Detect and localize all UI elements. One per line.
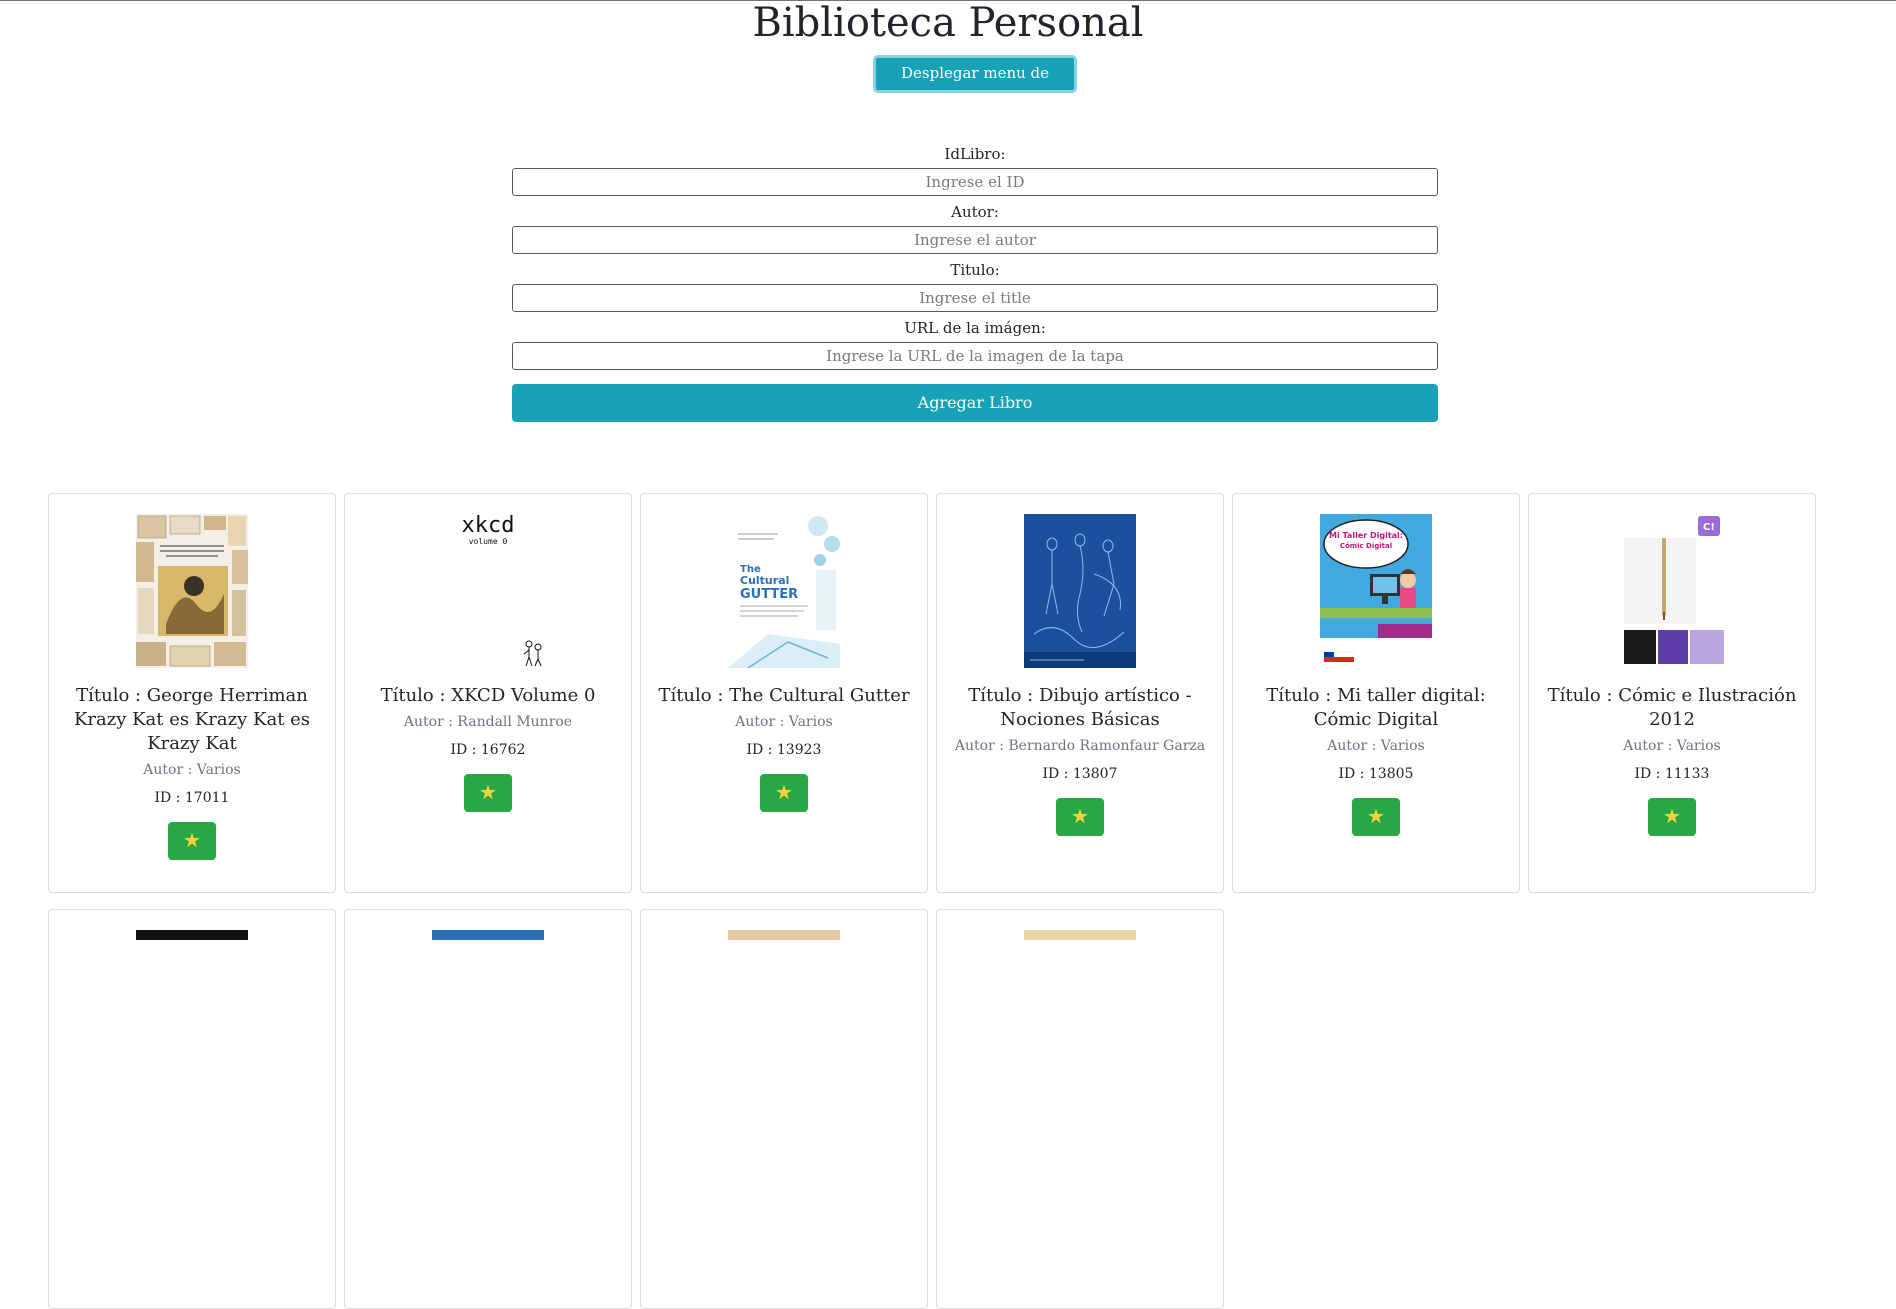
image-url-input[interactable] xyxy=(512,342,1438,370)
favorite-button[interactable]: ★ xyxy=(1056,798,1104,836)
book-card-body: Título : XKCD Volume 0 Autor : Randall M… xyxy=(355,684,621,812)
book-id: ID : 11133 xyxy=(1634,766,1710,782)
star-icon: ★ xyxy=(775,782,793,804)
book-cover-image xyxy=(1024,514,1136,668)
book-title: Título : Dibujo artístico - Nociones Bás… xyxy=(968,685,1192,730)
id-input[interactable] xyxy=(512,168,1438,196)
svg-text:Cómic Digital: Cómic Digital xyxy=(1340,542,1392,550)
svg-text:C!: C! xyxy=(1703,522,1715,533)
star-icon: ★ xyxy=(1071,806,1089,828)
book-cover-image: C! xyxy=(1616,514,1728,668)
book-author: Autor : Bernardo Ramonfaur Garza xyxy=(954,738,1206,754)
star-icon: ★ xyxy=(479,782,497,804)
book-card: C! Título : Cómic e Ilustración 2012 Aut… xyxy=(1528,493,1816,893)
book-cover-image xyxy=(136,514,248,668)
book-author: Autor : Varios xyxy=(1623,738,1721,754)
star-icon: ★ xyxy=(1663,806,1681,828)
add-book-form: IdLibro: Autor: Titulo: URL de la imágen… xyxy=(512,140,1438,422)
book-title: Título : XKCD Volume 0 xyxy=(380,685,596,706)
author-input[interactable] xyxy=(512,226,1438,254)
page-title: Biblioteca Personal xyxy=(752,0,1144,46)
cover-subtitle-text: volume 0 xyxy=(469,537,508,546)
book-author: Autor : Varios xyxy=(143,762,241,778)
book-title: Título : George Herriman Krazy Kat es Kr… xyxy=(73,685,311,754)
cover-title-text: xkcd xyxy=(462,514,515,538)
title-label: Titulo: xyxy=(950,261,1000,279)
add-book-button[interactable]: Agregar Libro xyxy=(512,384,1438,422)
book-id: ID : 16762 xyxy=(450,742,526,758)
book-card: Mi Taller Digital: Cómic Digital Título … xyxy=(1232,493,1520,893)
book-card: Título : George Herriman Krazy Kat es Kr… xyxy=(48,493,336,893)
book-card: The Cultural GUTTER Título : The Cultura… xyxy=(640,493,928,893)
svg-text:Cultural: Cultural xyxy=(740,574,789,587)
book-title: Título : Cómic e Ilustración 2012 xyxy=(1547,685,1797,730)
favorite-button[interactable]: ★ xyxy=(1648,798,1696,836)
image-url-label: URL de la imágen: xyxy=(904,319,1046,337)
book-card xyxy=(48,909,336,1309)
book-card: Título : Dibujo artístico - Nociones Bás… xyxy=(936,493,1224,893)
id-label: IdLibro: xyxy=(944,145,1006,163)
book-cover-image: Mi Taller Digital: Cómic Digital xyxy=(1320,514,1432,668)
svg-text:GUTTER: GUTTER xyxy=(740,587,798,602)
book-cover-image: The Cultural GUTTER xyxy=(728,514,840,668)
book-card-body: Título : Dibujo artístico - Nociones Bás… xyxy=(947,684,1213,836)
favorite-button[interactable]: ★ xyxy=(168,822,216,860)
book-title: Título : The Cultural Gutter xyxy=(658,685,910,706)
book-card-body: Título : George Herriman Krazy Kat es Kr… xyxy=(59,684,325,860)
book-card xyxy=(640,909,928,1309)
book-card-body: Título : Mi taller digital: Cómic Digita… xyxy=(1243,684,1509,836)
toggle-add-menu-button[interactable]: Desplegar menu de adición xyxy=(873,55,1077,112)
book-author: Autor : Varios xyxy=(735,714,833,730)
book-cover-image: xkcd volume 0 xyxy=(432,514,544,668)
book-id: ID : 17011 xyxy=(154,790,230,806)
book-card-body: Título : Cómic e Ilustración 2012 Autor … xyxy=(1539,684,1805,836)
book-card: xkcd volume 0 Título : XKCD Volume 0 Aut… xyxy=(344,493,632,893)
book-card-body: Título : The Cultural Gutter Autor : Var… xyxy=(651,684,917,812)
favorite-button[interactable]: ★ xyxy=(760,774,808,812)
svg-text:Mi Taller Digital:: Mi Taller Digital: xyxy=(1329,531,1403,540)
book-author: Autor : Randall Munroe xyxy=(403,714,573,730)
book-id: ID : 13923 xyxy=(746,742,822,758)
favorite-button[interactable]: ★ xyxy=(464,774,512,812)
title-input[interactable] xyxy=(512,284,1438,312)
star-icon: ★ xyxy=(1367,806,1385,828)
book-author: Autor : Varios xyxy=(1327,738,1425,754)
book-card xyxy=(936,909,1224,1309)
favorite-button[interactable]: ★ xyxy=(1352,798,1400,836)
book-title: Título : Mi taller digital: Cómic Digita… xyxy=(1266,685,1486,730)
book-card xyxy=(344,909,632,1309)
author-label: Autor: xyxy=(951,203,999,221)
book-id: ID : 13807 xyxy=(1042,766,1118,782)
book-id: ID : 13805 xyxy=(1338,766,1414,782)
star-icon: ★ xyxy=(183,830,201,852)
